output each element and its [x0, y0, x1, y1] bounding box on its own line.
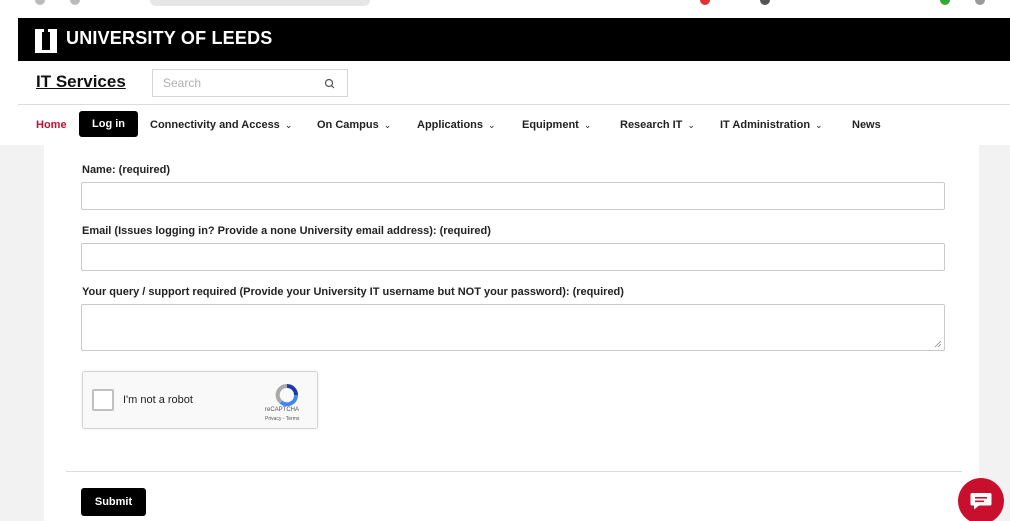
- browser-refresh-icon[interactable]: [70, 0, 80, 5]
- nav-on-campus[interactable]: On Campus ⌄: [317, 119, 391, 131]
- query-label: Your query / support required (Provide y…: [82, 286, 624, 298]
- browser-back-icon[interactable]: [35, 0, 45, 5]
- address-bar[interactable]: [150, 0, 370, 6]
- chevron-down-icon: ⌄: [687, 120, 695, 130]
- site-subheader: IT Services: [0, 61, 1010, 104]
- nav-news[interactable]: News: [852, 119, 881, 131]
- search-input[interactable]: [163, 75, 313, 91]
- chevron-down-icon: ⌄: [284, 120, 293, 130]
- nav-research-it[interactable]: Research IT ⌄: [620, 119, 695, 131]
- university-header: UNIVERSITY OF LEEDS: [18, 18, 1010, 61]
- search-icon[interactable]: [323, 77, 337, 91]
- email-label: Email (Issues logging in? Provide a none…: [82, 225, 491, 237]
- chat-icon: [970, 493, 992, 510]
- recaptcha-brand: reCAPTCHA: [265, 407, 300, 413]
- nav-label: Research IT: [620, 119, 683, 131]
- recaptcha-widget: I'm not a robot reCAPTCHA Privacy - Term…: [82, 371, 318, 429]
- resize-grip-icon[interactable]: [934, 340, 942, 348]
- recaptcha-icon: [275, 384, 298, 407]
- search-box[interactable]: [152, 69, 348, 97]
- name-label: Name: (required): [82, 164, 171, 176]
- email-field[interactable]: [81, 243, 945, 271]
- nav-label: Connectivity and Access: [150, 119, 280, 131]
- submit-button[interactable]: Submit: [81, 488, 146, 516]
- chevron-down-icon: ⌄: [815, 120, 823, 130]
- site-title-link[interactable]: IT Services: [36, 72, 126, 92]
- university-title[interactable]: UNIVERSITY OF LEEDS: [66, 28, 273, 49]
- profile-avatar[interactable]: [975, 0, 985, 5]
- university-logo-icon[interactable]: [35, 29, 57, 53]
- nav-home[interactable]: Home: [36, 119, 67, 131]
- query-textarea[interactable]: [81, 304, 945, 351]
- main-nav: Home Log in Connectivity and Access ⌄ On …: [0, 105, 1010, 145]
- chevron-down-icon: ⌄: [583, 120, 592, 130]
- extension-icon[interactable]: [700, 0, 710, 5]
- recaptcha-terms-link[interactable]: Privacy - Terms: [265, 416, 299, 422]
- browser-toolbar: [0, 0, 1010, 18]
- nav-it-administration[interactable]: IT Administration ⌄: [720, 119, 823, 131]
- chat-widget-button[interactable]: [958, 478, 1004, 521]
- extension-icon[interactable]: [760, 0, 770, 5]
- recaptcha-checkbox[interactable]: [92, 389, 114, 411]
- form-divider: [66, 471, 962, 472]
- recaptcha-label: I'm not a robot: [123, 394, 193, 406]
- name-field[interactable]: [81, 182, 945, 210]
- nav-equipment[interactable]: Equipment ⌄: [522, 119, 591, 131]
- chevron-down-icon: ⌄: [488, 120, 496, 130]
- nav-label: Applications: [417, 119, 484, 131]
- chevron-down-icon: ⌄: [383, 120, 392, 130]
- nav-connectivity[interactable]: Connectivity and Access ⌄: [150, 119, 292, 131]
- nav-label: Equipment: [522, 119, 579, 131]
- nav-applications[interactable]: Applications ⌄: [417, 119, 496, 131]
- nav-label: On Campus: [317, 119, 379, 131]
- extension-icon[interactable]: [940, 0, 950, 5]
- login-button[interactable]: Log in: [79, 111, 138, 137]
- nav-label: IT Administration: [720, 119, 811, 131]
